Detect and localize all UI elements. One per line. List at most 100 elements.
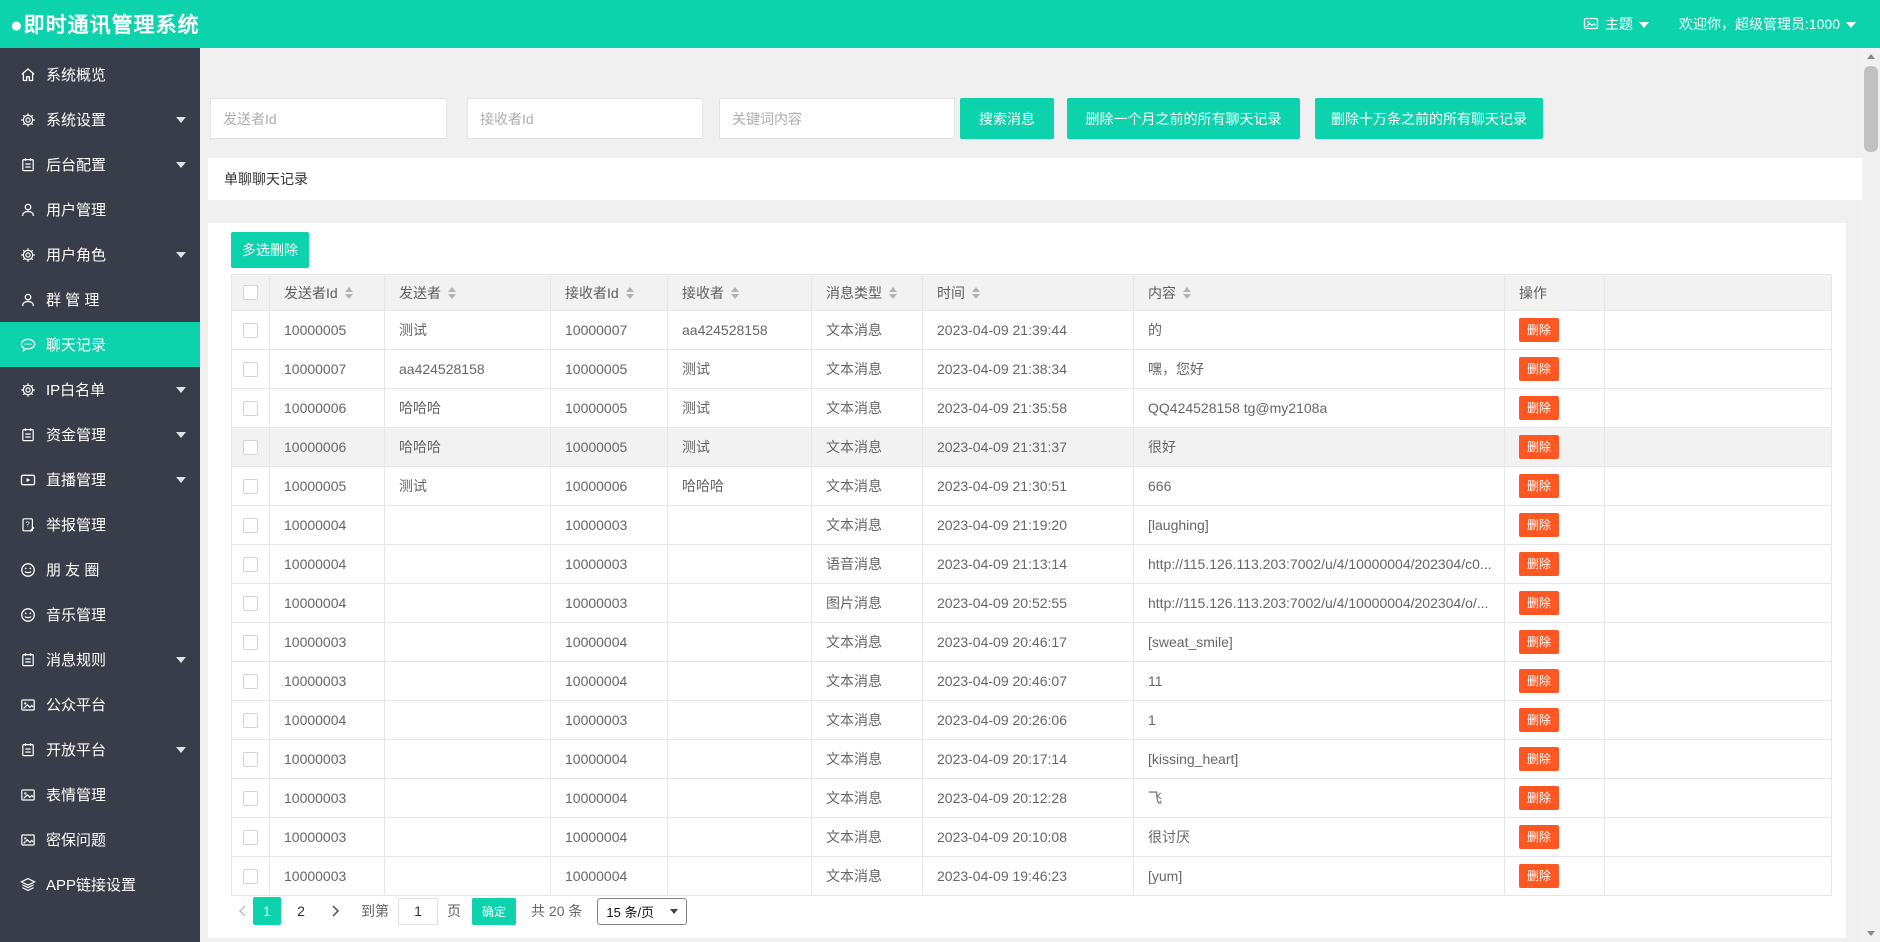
cell-message-type: 文本消息 [812, 506, 923, 545]
column-header[interactable]: 接收者Id [551, 275, 668, 311]
column-header[interactable]: 消息类型 [812, 275, 923, 311]
cell-message-type: 文本消息 [812, 779, 923, 818]
sidebar-item-public-platform[interactable]: 公众平台 [0, 682, 200, 727]
sender-id-input[interactable] [210, 98, 447, 139]
column-header[interactable]: 时间 [923, 275, 1134, 311]
sort-icon[interactable] [972, 287, 980, 299]
row-checkbox[interactable] [243, 557, 258, 572]
delete-row-button[interactable]: 删除 [1519, 513, 1559, 537]
filler-cell [1605, 467, 1832, 506]
delete-row-button[interactable]: 删除 [1519, 396, 1559, 420]
row-checkbox[interactable] [243, 635, 258, 650]
delete-row-button[interactable]: 删除 [1519, 708, 1559, 732]
sidebar-item-app-link-settings[interactable]: APP链接设置 [0, 862, 200, 907]
sort-icon[interactable] [626, 287, 634, 299]
row-checkbox[interactable] [243, 830, 258, 845]
row-checkbox[interactable] [243, 674, 258, 689]
sidebar-item-ip-whitelist[interactable]: IP白名单 [0, 367, 200, 412]
sidebar-item-group-management[interactable]: 群 管 理 [0, 277, 200, 322]
sidebar-item-report-management[interactable]: ?举报管理 [0, 502, 200, 547]
row-checkbox[interactable] [243, 401, 258, 416]
scroll-up-icon[interactable] [1862, 48, 1880, 64]
delete-row-button[interactable]: 删除 [1519, 825, 1559, 849]
sort-icon[interactable] [731, 287, 739, 299]
sidebar-item-user-roles[interactable]: 用户角色 [0, 232, 200, 277]
confirm-page-button[interactable]: 确定 [472, 898, 516, 925]
sidebar-item-funds-management[interactable]: 资金管理 [0, 412, 200, 457]
next-page-button[interactable] [325, 897, 347, 925]
page-button-2[interactable]: 2 [287, 897, 315, 925]
prev-page-button[interactable] [231, 897, 253, 925]
sidebar-item-system-settings[interactable]: 系统设置 [0, 97, 200, 142]
page-size-select[interactable]: 15 条/页 [597, 898, 687, 925]
row-select-cell [232, 857, 270, 896]
row-checkbox[interactable] [243, 323, 258, 338]
cell-time: 2023-04-09 21:31:37 [923, 428, 1134, 467]
column-header[interactable]: 内容 [1134, 275, 1505, 311]
scroll-down-icon[interactable] [1862, 926, 1880, 942]
delete-row-button[interactable]: 删除 [1519, 669, 1559, 693]
column-header[interactable]: 接收者 [668, 275, 812, 311]
sidebar-item-live-management[interactable]: 直播管理 [0, 457, 200, 502]
sort-icon[interactable] [448, 287, 456, 299]
sidebar-item-chat-records[interactable]: 聊天记录 [0, 322, 200, 367]
sidebar-item-security-question[interactable]: 密保问题 [0, 817, 200, 862]
delete-row-button[interactable]: 删除 [1519, 591, 1559, 615]
row-checkbox[interactable] [243, 713, 258, 728]
delete-row-button[interactable]: 删除 [1519, 474, 1559, 498]
delete-row-button[interactable]: 删除 [1519, 435, 1559, 459]
search-messages-button[interactable]: 搜索消息 [960, 98, 1054, 139]
receiver-id-input[interactable] [467, 98, 703, 139]
row-checkbox[interactable] [243, 596, 258, 611]
delete-row-button[interactable]: 删除 [1519, 864, 1559, 888]
filler-cell [1605, 350, 1832, 389]
scrollbar-thumb[interactable] [1864, 66, 1878, 152]
theme-dropdown[interactable]: 主题 [1583, 14, 1649, 34]
sidebar-item-emoji-management[interactable]: 表情管理 [0, 772, 200, 817]
sidebar-item-user-management[interactable]: 用户管理 [0, 187, 200, 232]
keyword-input[interactable] [719, 98, 955, 139]
row-checkbox[interactable] [243, 362, 258, 377]
select-all-checkbox[interactable] [243, 285, 258, 300]
sidebar-item-moments[interactable]: 朋 友 圈 [0, 547, 200, 592]
delete-row-button[interactable]: 删除 [1519, 318, 1559, 342]
cell-sender-id: 10000003 [270, 818, 385, 857]
delete-row-button[interactable]: 删除 [1519, 552, 1559, 576]
sidebar-item-open-platform[interactable]: 开放平台 [0, 727, 200, 772]
delete-row-button[interactable]: 删除 [1519, 357, 1559, 381]
vertical-scrollbar[interactable] [1862, 48, 1880, 942]
delete-row-button[interactable]: 删除 [1519, 630, 1559, 654]
cell-receiver-id: 10000005 [551, 350, 668, 389]
row-checkbox[interactable] [243, 479, 258, 494]
sort-icon[interactable] [1183, 287, 1191, 299]
sidebar-item-music-management[interactable]: 音乐管理 [0, 592, 200, 637]
page-button-1[interactable]: 1 [253, 897, 281, 925]
row-checkbox[interactable] [243, 869, 258, 884]
sidebar-item-label: 后台配置 [0, 154, 106, 175]
sort-icon[interactable] [889, 287, 897, 299]
row-checkbox[interactable] [243, 440, 258, 455]
sidebar-item-label: 直播管理 [0, 469, 106, 490]
user-dropdown[interactable]: 欢迎你，超级管理员:1000 [1679, 14, 1856, 34]
cell-receiver [668, 584, 812, 623]
delete-row-button[interactable]: 删除 [1519, 747, 1559, 771]
cell-content: 1 [1134, 701, 1505, 740]
column-header[interactable]: 发送者Id [270, 275, 385, 311]
multi-delete-button[interactable]: 多选删除 [231, 232, 309, 268]
page-number-input[interactable] [398, 898, 438, 925]
sort-icon[interactable] [345, 287, 353, 299]
row-checkbox[interactable] [243, 752, 258, 767]
sidebar-item-label: 举报管理 [0, 514, 106, 535]
delete-month-old-button[interactable]: 删除一个月之前的所有聊天记录 [1067, 98, 1300, 139]
delete-row-button[interactable]: 删除 [1519, 786, 1559, 810]
row-checkbox[interactable] [243, 518, 258, 533]
video-icon [20, 472, 36, 488]
sidebar-item-overview[interactable]: 系统概览 [0, 52, 200, 97]
row-checkbox[interactable] [243, 791, 258, 806]
column-header[interactable]: 发送者 [385, 275, 551, 311]
sidebar-item-backend-config[interactable]: 后台配置 [0, 142, 200, 187]
sidebar-item-message-rules[interactable]: 消息规则 [0, 637, 200, 682]
cell-message-type: 语音消息 [812, 545, 923, 584]
sidebar-item-label: 密保问题 [0, 829, 106, 850]
delete-100k-old-button[interactable]: 删除十万条之前的所有聊天记录 [1315, 98, 1543, 139]
